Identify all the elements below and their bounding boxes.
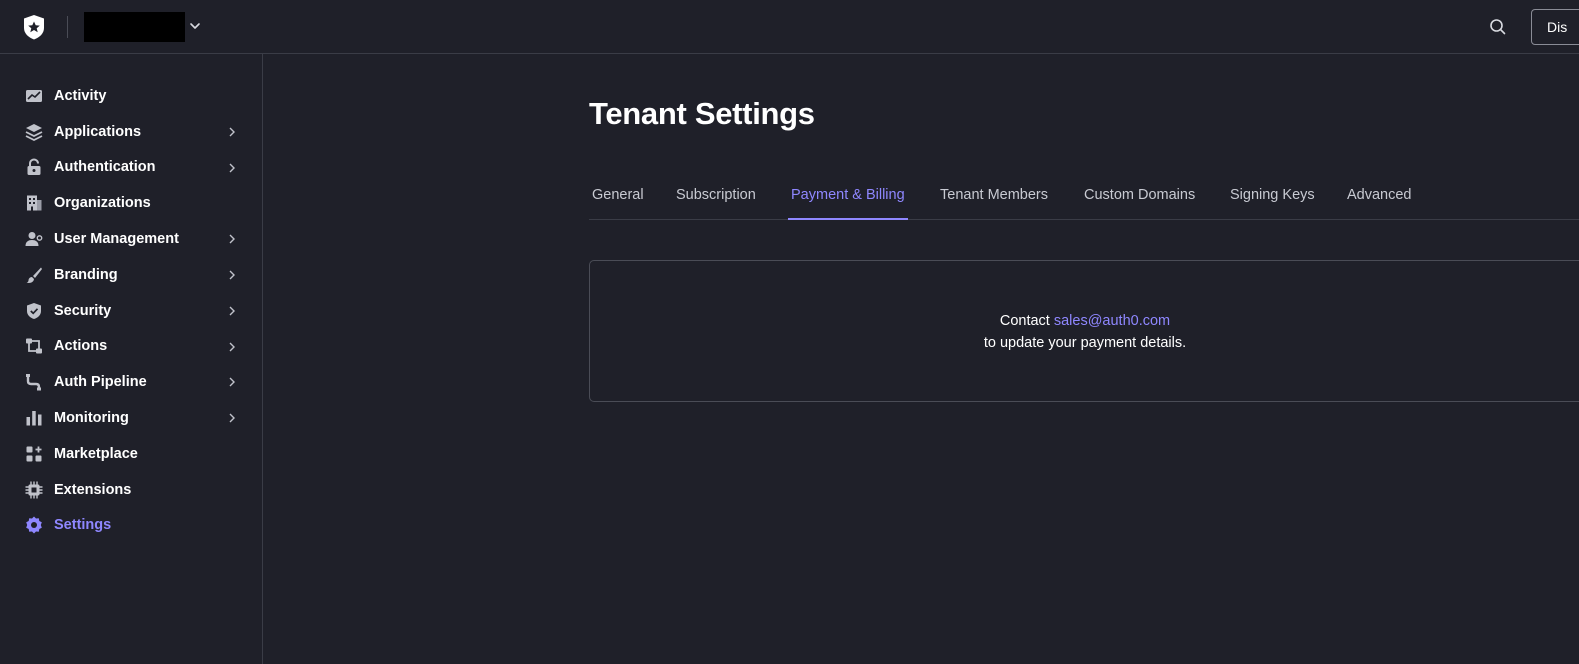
sidebar-item-label: User Management xyxy=(54,231,179,248)
header-divider xyxy=(67,16,68,38)
building-icon xyxy=(24,193,44,213)
tab-advanced[interactable]: Advanced xyxy=(1344,175,1415,220)
sidebar-item-label: Monitoring xyxy=(54,410,129,427)
top-bar: Dis xyxy=(0,0,1579,54)
sidebar-item-label: Applications xyxy=(54,123,142,140)
discuss-button[interactable]: Dis xyxy=(1531,9,1579,45)
shield-icon xyxy=(24,301,44,321)
tab-tenant-members[interactable]: Tenant Members xyxy=(937,175,1051,220)
activity-icon xyxy=(24,86,44,106)
tab-signing-keys[interactable]: Signing Keys xyxy=(1227,175,1318,220)
tab-custom-domains[interactable]: Custom Domains xyxy=(1081,175,1198,220)
search-icon[interactable] xyxy=(1488,17,1508,37)
tab-general[interactable]: General xyxy=(589,175,647,220)
chevron-right-icon xyxy=(229,306,235,316)
sidebar-item-label: Extensions xyxy=(54,481,132,498)
pipeline-icon xyxy=(24,372,44,392)
sidebar-item-label: Auth Pipeline xyxy=(54,374,147,391)
lock-icon xyxy=(24,157,44,177)
chip-icon xyxy=(24,480,44,500)
chevron-right-icon xyxy=(229,342,235,352)
settings-tabs: General Subscription Payment & Billing T… xyxy=(589,175,1579,220)
main-content: Tenant Settings General Subscription Pay… xyxy=(263,54,1579,664)
sidebar-item-applications[interactable]: Applications xyxy=(0,114,262,150)
payment-info-text: Contact sales@auth0.com to update your p… xyxy=(590,310,1579,354)
sidebar-item-activity[interactable]: Activity xyxy=(0,78,262,114)
chevron-right-icon xyxy=(229,127,235,137)
sidebar-item-user-management[interactable]: User Management xyxy=(0,221,262,257)
contact-line: Contact sales@auth0.com xyxy=(590,310,1579,332)
sidebar-item-extensions[interactable]: Extensions xyxy=(0,472,262,508)
page-title: Tenant Settings xyxy=(589,96,815,131)
sidebar: Activity Applications Authentication Org… xyxy=(0,54,263,664)
sidebar-item-branding[interactable]: Branding xyxy=(0,257,262,293)
gear-icon xyxy=(24,515,44,535)
chevron-right-icon xyxy=(229,377,235,387)
sales-email-link[interactable]: sales@auth0.com xyxy=(1054,313,1170,329)
payment-info-card: Contact sales@auth0.com to update your p… xyxy=(589,260,1579,402)
contact-prefix: Contact xyxy=(999,313,1050,329)
chevron-right-icon xyxy=(229,413,235,423)
tab-subscription[interactable]: Subscription xyxy=(673,175,759,220)
sidebar-item-authentication[interactable]: Authentication xyxy=(0,150,262,186)
layers-icon xyxy=(24,122,44,142)
tenant-selector[interactable] xyxy=(84,12,185,42)
users-icon xyxy=(24,229,44,249)
chevron-right-icon xyxy=(229,270,235,280)
sidebar-item-organizations[interactable]: Organizations xyxy=(0,185,262,221)
sidebar-item-security[interactable]: Security xyxy=(0,293,262,329)
chevron-right-icon xyxy=(229,234,235,244)
sidebar-nav: Activity Applications Authentication Org… xyxy=(0,78,262,543)
sidebar-item-label: Actions xyxy=(54,338,108,355)
sidebar-item-label: Marketplace xyxy=(54,445,138,462)
sidebar-item-label: Settings xyxy=(54,517,112,534)
sidebar-item-monitoring[interactable]: Monitoring xyxy=(0,400,262,436)
sidebar-item-settings[interactable]: Settings xyxy=(0,508,262,544)
sidebar-item-label: Organizations xyxy=(54,195,151,212)
chevron-right-icon xyxy=(229,163,235,173)
sidebar-item-auth-pipeline[interactable]: Auth Pipeline xyxy=(0,364,262,400)
sidebar-item-actions[interactable]: Actions xyxy=(0,329,262,365)
chevron-down-icon[interactable] xyxy=(188,19,202,33)
grid-plus-icon xyxy=(24,444,44,464)
sidebar-item-label: Security xyxy=(54,302,112,319)
sidebar-item-label: Branding xyxy=(54,266,118,283)
auth0-logo-icon[interactable] xyxy=(20,13,48,41)
update-payment-text: to update your payment details. xyxy=(983,335,1187,351)
sidebar-item-label: Authentication xyxy=(54,159,156,176)
sidebar-item-label: Activity xyxy=(54,87,107,104)
discuss-button-label: Dis xyxy=(1547,19,1568,35)
bar-chart-icon xyxy=(24,408,44,428)
brush-icon xyxy=(24,265,44,285)
tab-payment-billing[interactable]: Payment & Billing xyxy=(788,175,908,220)
sidebar-item-marketplace[interactable]: Marketplace xyxy=(0,436,262,472)
flow-icon xyxy=(24,336,44,356)
